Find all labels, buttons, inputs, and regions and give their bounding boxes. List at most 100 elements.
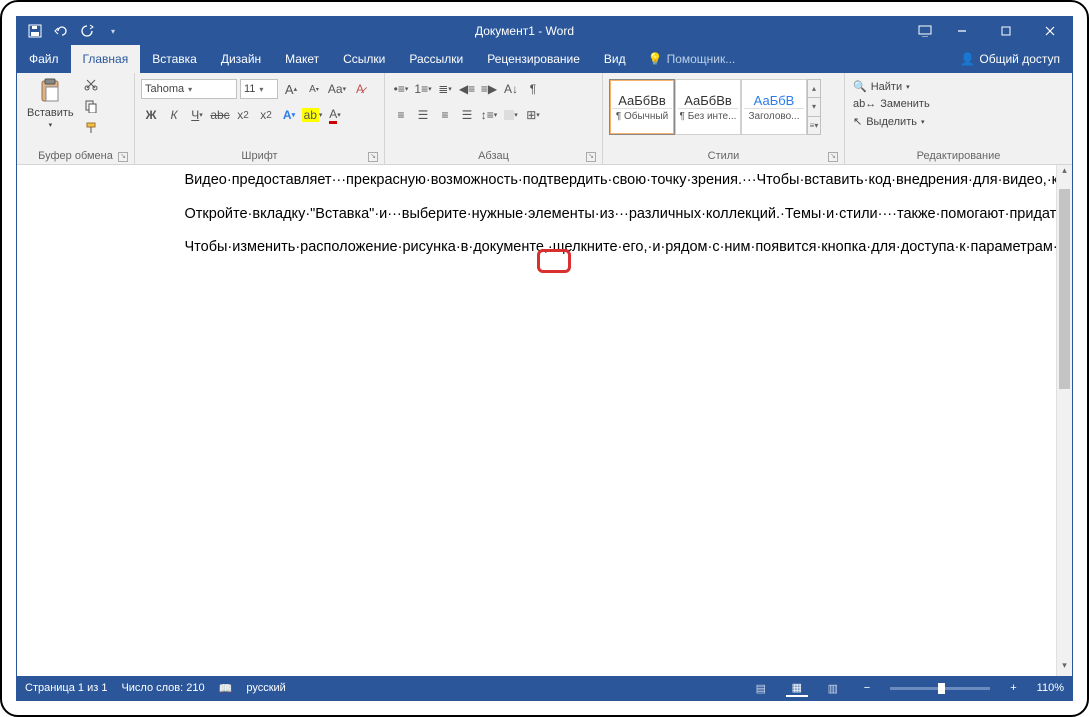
change-case-button[interactable]: Aa▾ bbox=[327, 79, 347, 99]
select-label: Выделить bbox=[866, 116, 917, 128]
zoom-out-button[interactable]: − bbox=[858, 682, 876, 694]
window-title: Документ1 - Word bbox=[131, 24, 918, 38]
underline-button[interactable]: Ч▾ bbox=[187, 105, 207, 125]
scroll-down[interactable]: ▾ bbox=[1057, 660, 1072, 676]
replace-button[interactable]: ab↔Заменить bbox=[851, 97, 932, 111]
read-mode-button[interactable]: ▤ bbox=[750, 679, 772, 697]
clipboard-launcher[interactable]: ↘ bbox=[118, 152, 128, 162]
paragraph[interactable]: Чтобы·изменить·расположение·рисунка·в·до… bbox=[185, 238, 905, 258]
font-color-button[interactable]: A▾ bbox=[325, 105, 345, 125]
language-indicator[interactable]: русский bbox=[246, 682, 285, 694]
numbering-button[interactable]: 1≡▾ bbox=[413, 79, 433, 99]
align-left-button[interactable]: ≡ bbox=[391, 105, 411, 125]
save-icon[interactable] bbox=[27, 23, 43, 39]
ribbon-tabs: Файл Главная Вставка Дизайн Макет Ссылки… bbox=[17, 45, 1072, 73]
font-size-combo[interactable]: 11▾ bbox=[240, 79, 278, 99]
page-indicator[interactable]: Страница 1 из 1 bbox=[25, 682, 107, 694]
cut-button[interactable] bbox=[82, 75, 100, 93]
qat-dropdown-icon[interactable]: ▾ bbox=[105, 23, 121, 39]
scroll-thumb[interactable] bbox=[1059, 189, 1070, 389]
style-normal[interactable]: АаБбВв¶ Обычный bbox=[609, 79, 675, 135]
scroll-up[interactable]: ▴ bbox=[1057, 165, 1072, 181]
page-content[interactable]: Видео·предоставляет···прекрасную·возможн… bbox=[165, 165, 925, 282]
increase-indent-button[interactable]: ≡▶ bbox=[479, 79, 499, 99]
borders-button[interactable]: ⊞▾ bbox=[523, 105, 543, 125]
font-launcher[interactable]: ↘ bbox=[368, 152, 378, 162]
show-marks-button[interactable]: ¶ bbox=[523, 79, 543, 99]
proofing-icon[interactable]: 📖 bbox=[219, 682, 233, 695]
share-button[interactable]: 👤Общий доступ bbox=[948, 45, 1072, 73]
sort-button[interactable]: A↓ bbox=[501, 79, 521, 99]
group-clipboard: Вставить ▾ Буфер обмена↘ bbox=[17, 73, 135, 164]
font-name-combo[interactable]: Tahoma▾ bbox=[141, 79, 237, 99]
bullets-button[interactable]: •≡▾ bbox=[391, 79, 411, 99]
grow-font-button[interactable]: A▴ bbox=[281, 79, 301, 99]
zoom-slider[interactable] bbox=[890, 687, 990, 690]
strikethrough-button[interactable]: abc bbox=[210, 105, 230, 125]
tab-file[interactable]: Файл bbox=[17, 45, 71, 73]
tab-design[interactable]: Дизайн bbox=[209, 45, 273, 73]
bold-button[interactable]: Ж bbox=[141, 105, 161, 125]
find-button[interactable]: 🔍Найти▾ bbox=[851, 79, 932, 94]
font-size-value: 11 bbox=[244, 83, 255, 95]
subscript-button[interactable]: x2 bbox=[233, 105, 253, 125]
styles-up[interactable]: ▴ bbox=[808, 80, 820, 98]
ribbon-options-icon[interactable] bbox=[918, 25, 932, 37]
redo-icon[interactable] bbox=[79, 23, 95, 39]
document-area[interactable]: Видео·предоставляет···прекрасную·возможн… bbox=[17, 165, 1072, 676]
zoom-knob[interactable] bbox=[938, 683, 945, 694]
style-preview: АаБбВв bbox=[618, 93, 666, 108]
minimize-button[interactable] bbox=[940, 17, 984, 45]
align-center-button[interactable]: ☰ bbox=[413, 105, 433, 125]
style-preview: АаБбВв bbox=[684, 93, 732, 108]
decrease-indent-button[interactable]: ◀≡ bbox=[457, 79, 477, 99]
italic-button[interactable]: К bbox=[164, 105, 184, 125]
web-layout-button[interactable]: ▥ bbox=[822, 679, 844, 697]
styles-launcher[interactable]: ↘ bbox=[828, 152, 838, 162]
style-heading1[interactable]: АаБбВЗаголово... bbox=[741, 79, 807, 135]
highlight-button[interactable]: ab▾ bbox=[302, 105, 322, 125]
tab-references[interactable]: Ссылки bbox=[331, 45, 397, 73]
styles-down[interactable]: ▾ bbox=[808, 98, 820, 116]
superscript-button[interactable]: x2 bbox=[256, 105, 276, 125]
line-spacing-button[interactable]: ↕≡▾ bbox=[479, 105, 499, 125]
zoom-level[interactable]: 110% bbox=[1037, 682, 1064, 694]
tab-insert[interactable]: Вставка bbox=[140, 45, 209, 73]
justify-button[interactable]: ☰ bbox=[457, 105, 477, 125]
tell-me[interactable]: 💡Помощник... bbox=[638, 45, 746, 73]
undo-icon[interactable] bbox=[53, 23, 69, 39]
tab-layout[interactable]: Макет bbox=[273, 45, 331, 73]
style-preview: АаБбВ bbox=[754, 93, 795, 108]
select-button[interactable]: ↖Выделить▾ bbox=[851, 114, 932, 129]
maximize-button[interactable] bbox=[984, 17, 1028, 45]
bulb-icon: 💡 bbox=[648, 52, 663, 66]
paragraph[interactable]: Видео·предоставляет···прекрасную·возможн… bbox=[185, 171, 905, 191]
paragraph[interactable]: Откройте·вкладку·"Вставка"·и···выберите·… bbox=[185, 205, 905, 225]
tab-mailings[interactable]: Рассылки bbox=[397, 45, 475, 73]
print-layout-button[interactable]: ▦ bbox=[786, 679, 808, 697]
vertical-scrollbar[interactable]: ▴ ▾ bbox=[1056, 165, 1072, 676]
word-count[interactable]: Число слов: 210 bbox=[121, 682, 204, 694]
style-name: Заголово... bbox=[744, 108, 804, 122]
align-right-button[interactable]: ≡ bbox=[435, 105, 455, 125]
format-painter-button[interactable] bbox=[82, 119, 100, 137]
tab-home[interactable]: Главная bbox=[71, 45, 141, 73]
text-effects-button[interactable]: A▾ bbox=[279, 105, 299, 125]
status-bar: Страница 1 из 1 Число слов: 210 📖 русски… bbox=[17, 676, 1072, 700]
style-no-spacing[interactable]: АаБбВв¶ Без инте... bbox=[675, 79, 741, 135]
shrink-font-button[interactable]: A▾ bbox=[304, 79, 324, 99]
find-label: Найти bbox=[871, 81, 902, 93]
zoom-in-button[interactable]: + bbox=[1004, 682, 1022, 694]
search-icon: 🔍 bbox=[853, 80, 867, 93]
paragraph-launcher[interactable]: ↘ bbox=[586, 152, 596, 162]
tab-review[interactable]: Рецензирование bbox=[475, 45, 592, 73]
style-name: ¶ Без инте... bbox=[678, 108, 738, 122]
close-button[interactable] bbox=[1028, 17, 1072, 45]
tab-view[interactable]: Вид bbox=[592, 45, 638, 73]
styles-more[interactable]: ≡▾ bbox=[808, 117, 820, 134]
paste-button[interactable]: Вставить ▾ bbox=[23, 75, 78, 131]
shading-button[interactable]: ▾ bbox=[501, 105, 521, 125]
multilevel-button[interactable]: ≣▾ bbox=[435, 79, 455, 99]
copy-button[interactable] bbox=[82, 97, 100, 115]
clear-formatting-button[interactable]: A̷ bbox=[350, 79, 370, 99]
